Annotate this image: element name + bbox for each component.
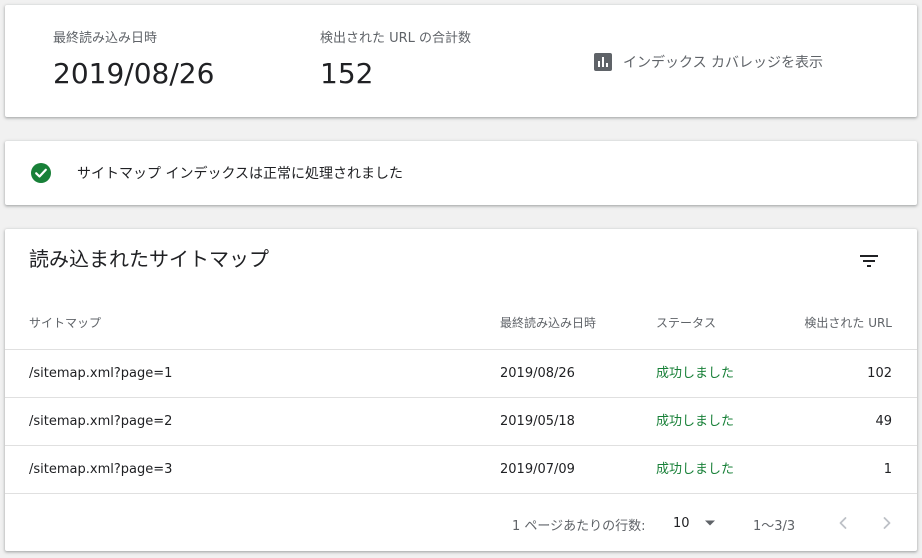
sitemap-path: /sitemap.xml?page=2 bbox=[29, 414, 173, 429]
status-message: サイトマップ インデックスは正常に処理されました bbox=[77, 166, 404, 182]
column-header-status[interactable]: ステータス bbox=[656, 299, 716, 347]
check-circle-icon bbox=[31, 163, 51, 183]
view-index-coverage-link[interactable]: インデックス カバレッジを表示 bbox=[593, 50, 823, 74]
column-header-last-read[interactable]: 最終読み込み日時 bbox=[500, 299, 596, 347]
column-header-sitemap[interactable]: サイトマップ bbox=[29, 299, 101, 347]
pagination: 1 ページあたりの行数: 10 1〜3/3 bbox=[5, 497, 917, 551]
last-read-stat: 最終読み込み日時 2019/08/26 bbox=[53, 30, 214, 92]
rows-per-page-value: 10 bbox=[673, 515, 690, 531]
table-header-row: サイトマップ 最終読み込み日時 ステータス 検出された URL bbox=[5, 296, 917, 350]
url-count-stat: 検出された URL の合計数 152 bbox=[320, 30, 471, 92]
table-row[interactable]: /sitemap.xml?page=1 2019/08/26 成功しました 10… bbox=[5, 350, 917, 398]
bar-chart-icon bbox=[594, 53, 612, 71]
chevron-left-icon[interactable] bbox=[831, 511, 855, 535]
page-range: 1〜3/3 bbox=[753, 519, 796, 534]
sitemaps-table-card: 読み込まれたサイトマップ サイトマップ 最終読み込み日時 ステータス 検出された… bbox=[5, 229, 917, 551]
chevron-right-icon[interactable] bbox=[875, 511, 899, 535]
table-title: 読み込まれたサイトマップ bbox=[29, 247, 269, 271]
last-read-label: 最終読み込み日時 bbox=[53, 31, 158, 46]
url-count: 49 bbox=[875, 414, 892, 429]
status-success: 成功しました bbox=[656, 414, 735, 429]
last-read-date: 2019/05/18 bbox=[500, 414, 575, 429]
view-index-coverage-label: インデックス カバレッジを表示 bbox=[623, 55, 824, 71]
status-success: 成功しました bbox=[656, 366, 735, 381]
dropdown-arrow-icon bbox=[704, 520, 715, 526]
rows-per-page-select[interactable]: 10 bbox=[673, 511, 716, 535]
url-count-value: 152 bbox=[320, 57, 374, 90]
status-success: 成功しました bbox=[656, 462, 735, 477]
filter-icon[interactable] bbox=[857, 249, 881, 273]
column-header-urls[interactable]: 検出された URL bbox=[804, 299, 892, 347]
table-row[interactable]: /sitemap.xml?page=3 2019/07/09 成功しました 1 bbox=[5, 446, 917, 494]
last-read-value: 2019/08/26 bbox=[53, 57, 215, 90]
url-count: 1 bbox=[883, 462, 892, 477]
last-read-date: 2019/08/26 bbox=[500, 366, 575, 381]
sitemap-path: /sitemap.xml?page=1 bbox=[29, 366, 173, 381]
processing-status-card: サイトマップ インデックスは正常に処理されました bbox=[5, 141, 917, 205]
url-count: 102 bbox=[867, 366, 892, 381]
rows-per-page-label: 1 ページあたりの行数: bbox=[512, 519, 646, 534]
table-row[interactable]: /sitemap.xml?page=2 2019/05/18 成功しました 49 bbox=[5, 398, 917, 446]
last-read-date: 2019/07/09 bbox=[500, 462, 575, 477]
sitemap-path: /sitemap.xml?page=3 bbox=[29, 462, 173, 477]
summary-card: 最終読み込み日時 2019/08/26 検出された URL の合計数 152 イ… bbox=[5, 5, 917, 117]
url-count-label: 検出された URL の合計数 bbox=[320, 31, 472, 46]
